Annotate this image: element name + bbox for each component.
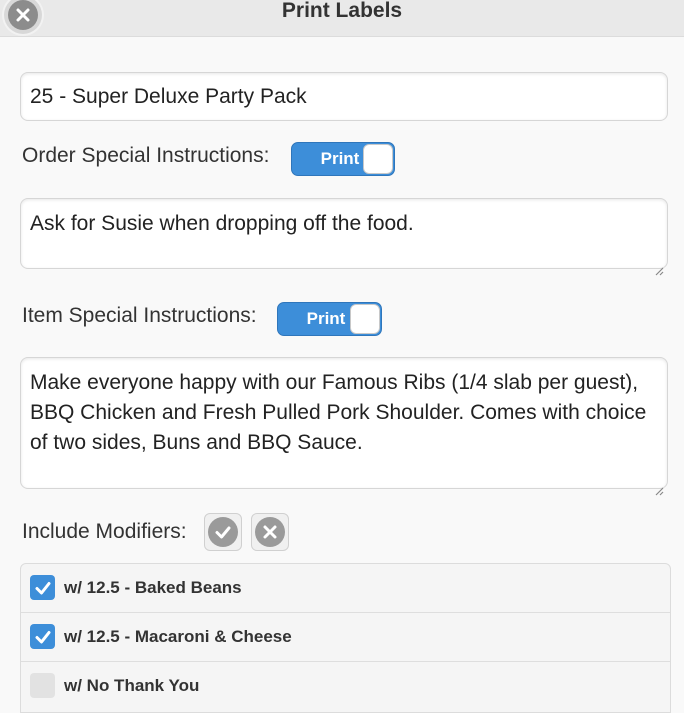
modifier-label: w/ 12.5 - Macaroni & Cheese [64, 627, 292, 646]
modifier-list: w/ 12.5 - Baked Beans w/ 12.5 - Macaroni… [20, 563, 671, 713]
modifier-checkbox[interactable] [30, 673, 55, 698]
select-all-modifiers-button[interactable] [204, 513, 242, 551]
modifier-label: w/ 12.5 - Baked Beans [64, 578, 242, 597]
dialog-header: Print Labels [0, 0, 684, 37]
resize-grip-icon[interactable] [654, 475, 664, 496]
order-instructions-label: Order Special Instructions: [22, 144, 270, 167]
close-icon [255, 517, 285, 547]
modifier-item-baked-beans[interactable]: w/ 12.5 - Baked Beans [21, 564, 670, 613]
checkmark-icon [35, 581, 50, 594]
order-instructions-textarea[interactable]: Ask for Susie when dropping off the food… [20, 198, 668, 276]
checkmark-icon [35, 630, 50, 643]
resize-grip-icon[interactable] [654, 255, 664, 276]
item-instructions-label: Item Special Instructions: [22, 304, 257, 327]
checkmark-icon [208, 517, 238, 547]
order-instructions-text: Ask for Susie when dropping off the food… [30, 212, 414, 235]
item-instructions-text: Make everyone happy with our Famous Ribs… [30, 371, 647, 454]
item-title-field[interactable]: 25 - Super Deluxe Party Pack [20, 72, 668, 121]
modifier-item-macaroni-cheese[interactable]: w/ 12.5 - Macaroni & Cheese [21, 613, 670, 662]
dialog-title: Print Labels [281, 0, 403, 22]
toggle-knob [363, 144, 393, 174]
item-instructions-print-toggle[interactable]: Print [277, 302, 382, 336]
item-instructions-textarea[interactable]: Make everyone happy with our Famous Ribs… [20, 357, 668, 496]
include-modifiers-label: Include Modifiers: [22, 520, 187, 543]
toggle-knob [350, 304, 380, 334]
modifier-label: w/ No Thank You [64, 676, 200, 695]
modifier-item-no-thank-you[interactable]: w/ No Thank You [21, 662, 670, 710]
deselect-all-modifiers-button[interactable] [251, 513, 289, 551]
modifier-checkbox[interactable] [30, 624, 55, 649]
order-instructions-print-toggle[interactable]: Print [291, 142, 395, 176]
modifier-checkbox[interactable] [30, 575, 55, 600]
